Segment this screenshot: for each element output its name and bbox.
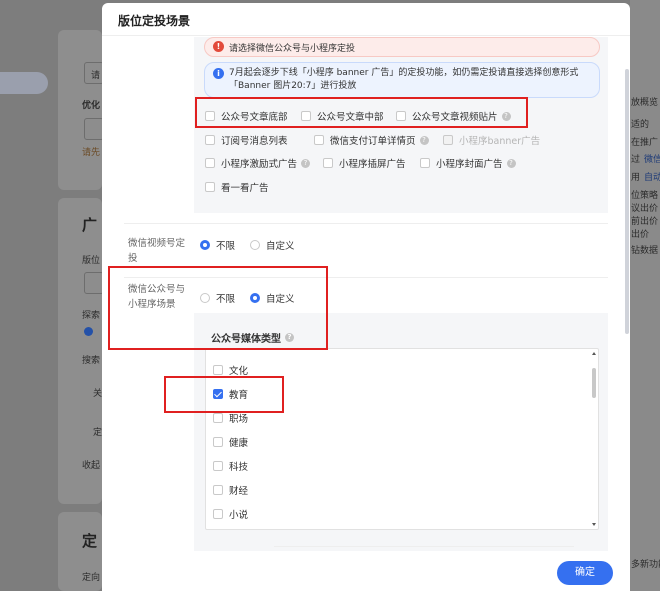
background-text: 定 [93, 428, 103, 438]
confirm-button[interactable]: 确定 [557, 561, 613, 585]
background-text: 放概览 [631, 98, 659, 108]
media-type-option[interactable]: 职场 [213, 411, 248, 425]
media-type-option[interactable]: 健康 [213, 435, 248, 449]
placement-checkbox[interactable]: 小程序封面广告 ? [420, 156, 516, 170]
scroll-thumb[interactable] [592, 368, 596, 398]
media-type-option[interactable]: 文化 [213, 363, 248, 377]
divider [124, 223, 608, 224]
background-text: 议出价 [631, 204, 659, 214]
option-label: 小说 [229, 510, 249, 521]
annotation-frame [108, 266, 328, 350]
background-text: 请 [91, 71, 101, 81]
background-text: 过 [631, 155, 641, 165]
background-text: 出价 [631, 230, 650, 240]
placement-label: 小程序激励式广告 [221, 159, 298, 170]
checkbox-box[interactable] [213, 461, 223, 471]
checkbox-box[interactable] [314, 135, 324, 145]
background-input [84, 272, 104, 294]
background-text: 探索 [82, 311, 101, 321]
dialog-scrollbar[interactable] [625, 69, 629, 334]
placement-checkbox[interactable]: 小程序插屏广告 [323, 156, 406, 170]
placement-checkbox[interactable]: 微信支付订单详情页 ? [314, 133, 429, 147]
checkbox-box[interactable] [213, 485, 223, 495]
checkbox-box[interactable] [213, 413, 223, 423]
help-icon[interactable]: ? [301, 158, 311, 168]
radio-label: 自定义 [266, 241, 295, 252]
checkbox-box[interactable] [323, 158, 333, 168]
checkbox-box[interactable] [205, 158, 215, 168]
help-icon[interactable]: ? [506, 158, 516, 168]
placement-label: 订阅号消息列表 [221, 136, 288, 147]
background-input [84, 118, 104, 140]
placement-checkbox[interactable]: 小程序激励式广告 ? [205, 156, 311, 170]
background-text: 定向 [82, 573, 101, 583]
background-text: 钻数据 [631, 246, 659, 256]
background-text: 优化 [82, 101, 101, 111]
background-right-panel: 放概览 适的 在推广 过 微信 用 自动 位策略 议出价 前出价 出价 钻数据 … [630, 0, 660, 591]
placement-checkbox[interactable]: 看一看广告 [205, 180, 269, 194]
background-text: 多新功能 [631, 560, 660, 570]
error-icon: ! [213, 41, 224, 52]
option-label: 财经 [229, 486, 249, 497]
checkbox-box[interactable] [213, 509, 223, 519]
list-scrollbar[interactable] [591, 350, 597, 528]
scroll-down-icon[interactable] [592, 523, 596, 526]
background-text: 关 [93, 389, 103, 399]
info-notice-text: 7月起会逐步下线「小程序 banner 广告」的定投功能，如仍需定投请直接选择创… [229, 68, 579, 91]
background-link: 微信 [644, 155, 660, 165]
option-label: 职场 [229, 414, 249, 425]
info-notice: i 7月起会逐步下线「小程序 banner 广告」的定投功能，如仍需定投请直接选… [204, 62, 600, 98]
checkbox-box[interactable] [205, 135, 215, 145]
video-channel-label: 微信视频号定投 [128, 238, 186, 264]
placement-label: 小程序封面广告 [436, 159, 503, 170]
video-radio-custom[interactable]: 自定义 [250, 238, 295, 252]
background-text: 版位 [82, 256, 101, 266]
option-label: 健康 [229, 438, 249, 449]
background-text: 前出价 [631, 217, 659, 227]
help-icon[interactable]: ? [419, 135, 429, 145]
video-radio-unlimited[interactable]: 不限 [200, 238, 235, 252]
error-notice-text: 请选择微信公众号与小程序定投 [229, 44, 356, 54]
info-icon: i [213, 68, 224, 79]
background-text: 在推广 [631, 138, 659, 148]
radio-label: 不限 [216, 241, 236, 252]
background-link: 自动 [644, 173, 660, 183]
option-label: 科技 [229, 462, 249, 473]
media-type-option[interactable]: 科技 [213, 459, 248, 473]
background-text: 位策略 [631, 191, 659, 201]
placement-label: 看一看广告 [221, 183, 269, 194]
option-label: 文化 [229, 366, 249, 377]
background-heading: 定 [82, 532, 98, 550]
annotation-frame [164, 376, 284, 413]
checkbox-box[interactable] [420, 158, 430, 168]
dialog-title: 版位定投场景 [102, 3, 630, 36]
placement-label: 微信支付订单详情页 [330, 136, 416, 147]
checkbox-box[interactable] [213, 437, 223, 447]
placement-label: 小程序插屏广告 [339, 159, 406, 170]
checkbox-box[interactable] [213, 365, 223, 375]
radio-button[interactable] [250, 240, 260, 250]
radio-button[interactable] [200, 240, 210, 250]
checkbox-box[interactable] [205, 182, 215, 192]
divider [274, 546, 574, 547]
background-radio [84, 327, 93, 336]
background-text: 请先 [82, 148, 101, 158]
placement-label: 小程序banner广告 [459, 136, 541, 147]
background-heading: 广 [82, 216, 98, 234]
scroll-up-icon[interactable] [592, 352, 596, 355]
media-type-option[interactable]: 财经 [213, 483, 248, 497]
checkbox-box [443, 135, 453, 145]
annotation-frame [195, 97, 528, 128]
placement-checkbox[interactable]: 订阅号消息列表 [205, 133, 288, 147]
background-text: 用 [631, 173, 641, 183]
background-text: 适的 [631, 120, 650, 130]
background-text: 搜索 [82, 356, 101, 366]
sidebar-active-pill [0, 72, 48, 94]
background-text: 收起 [82, 461, 101, 471]
dialog-footer: 确定 [102, 551, 630, 591]
placement-checkbox-disabled: 小程序banner广告 [443, 133, 540, 147]
error-notice: ! 请选择微信公众号与小程序定投 [204, 37, 600, 57]
media-type-option[interactable]: 小说 [213, 507, 248, 521]
